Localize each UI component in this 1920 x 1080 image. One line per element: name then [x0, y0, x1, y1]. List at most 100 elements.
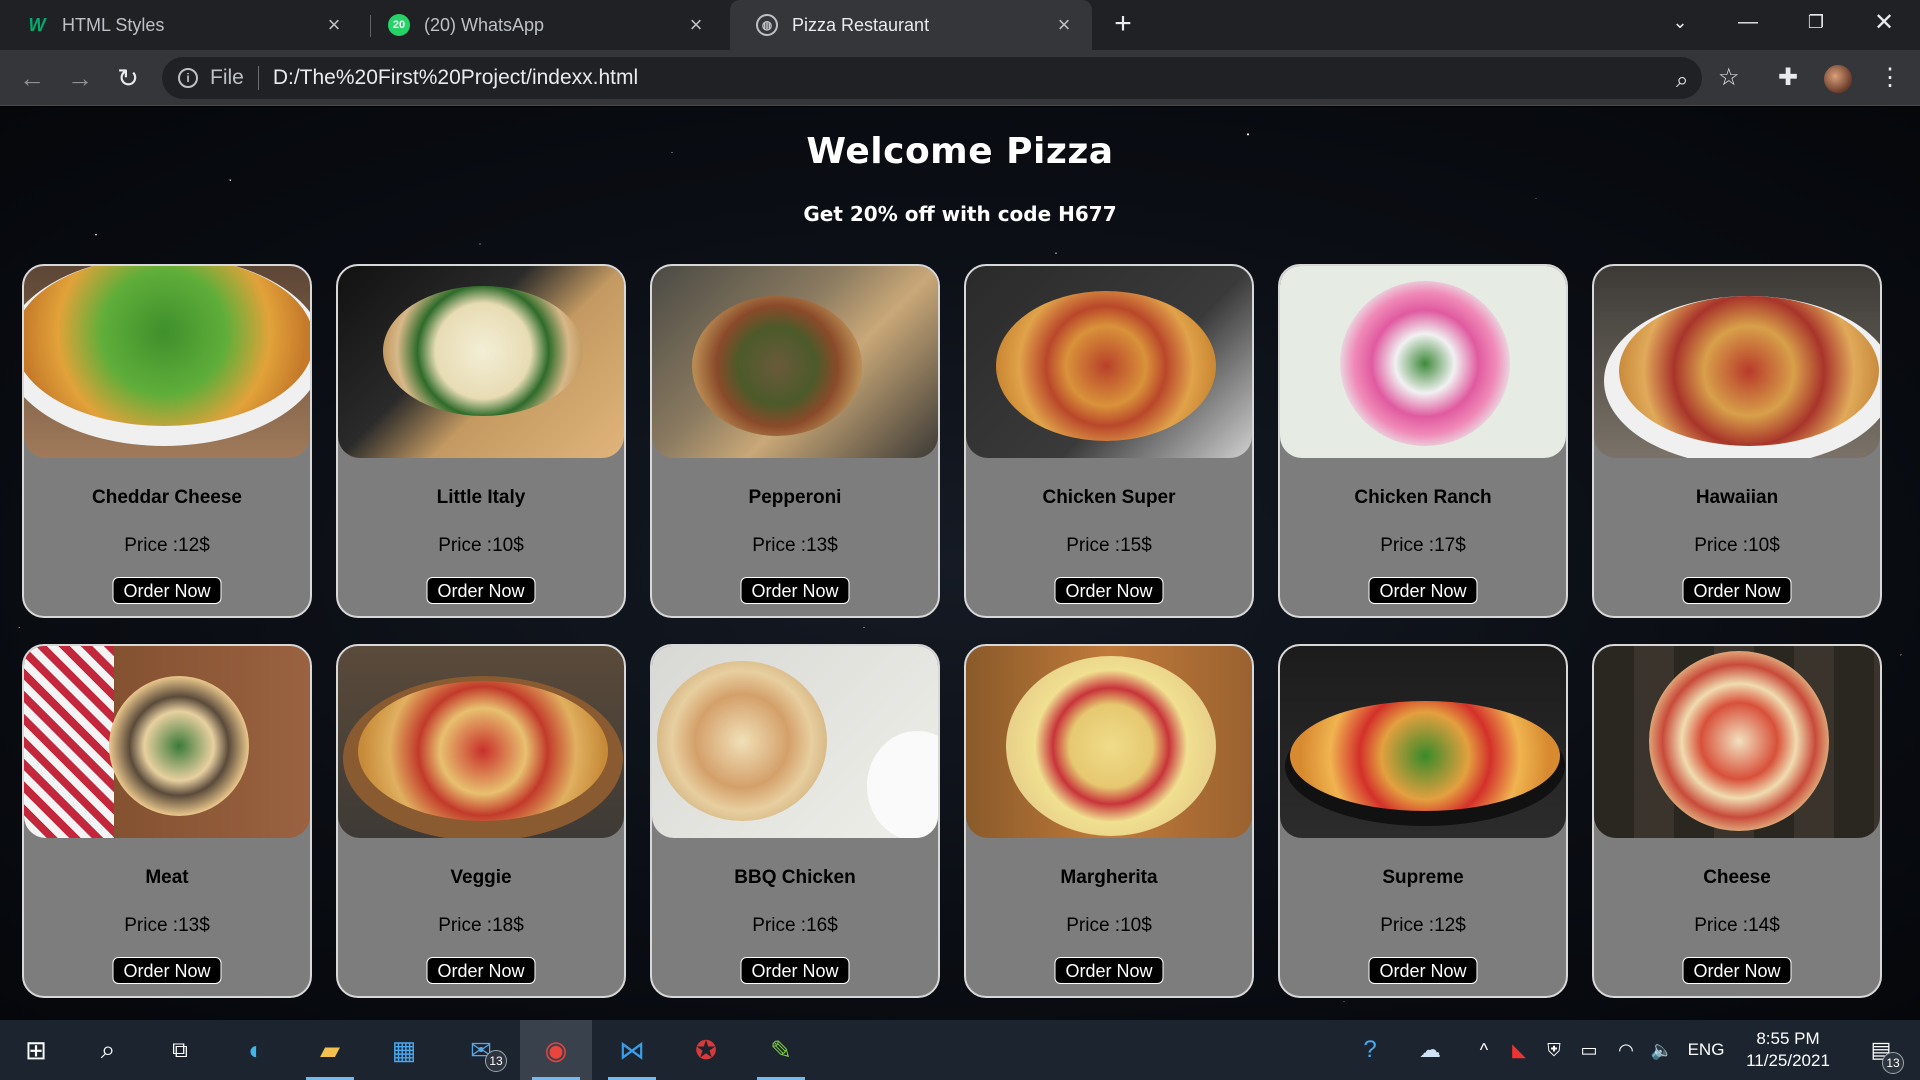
- chrome-icon[interactable]: ◉: [520, 1020, 592, 1080]
- menu-icon[interactable]: ⋮: [1878, 63, 1902, 92]
- pizza-image: [1280, 266, 1566, 458]
- new-tab-button[interactable]: +: [1108, 9, 1138, 40]
- window-close-icon[interactable]: ✕: [1854, 0, 1914, 44]
- tab-search-icon[interactable]: ⌄: [1650, 0, 1710, 44]
- store-icon[interactable]: ▦: [368, 1020, 440, 1080]
- clock[interactable]: 8:55 PM 11/25/2021: [1728, 1028, 1848, 1072]
- address-divider: [257, 66, 259, 90]
- pizza-image: [24, 646, 310, 838]
- browser-toolbar: ← → ↻ i File D:/The%20First%20Project/in…: [0, 50, 1920, 106]
- pizza-image: [1594, 266, 1880, 458]
- game-app-icon[interactable]: ✪: [670, 1020, 742, 1080]
- close-icon[interactable]: ×: [322, 12, 346, 37]
- help-icon[interactable]: ?: [1350, 1020, 1390, 1080]
- vscode-icon[interactable]: ⋈: [596, 1020, 668, 1080]
- order-now-button[interactable]: Order Now: [1054, 577, 1164, 604]
- address-scheme: File: [210, 66, 244, 89]
- file-explorer-icon[interactable]: ▰: [294, 1020, 366, 1080]
- pizza-price: Price :10$: [1066, 915, 1152, 936]
- pizza-card: Little Italy Price :10$ Order Now: [336, 264, 626, 618]
- clock-time: 8:55 PM: [1756, 1029, 1820, 1048]
- onedrive-icon[interactable]: ☁: [1410, 1020, 1450, 1080]
- pizza-card: Hawaiian Price :10$ Order Now: [1592, 264, 1882, 618]
- pizza-image: [24, 266, 310, 458]
- reload-icon[interactable]: ↻: [112, 62, 144, 94]
- pizza-name: Meat: [145, 867, 189, 888]
- amd-icon[interactable]: ◣: [1505, 1020, 1533, 1080]
- wifi-icon[interactable]: ◠: [1612, 1020, 1640, 1080]
- bookmark-star-icon[interactable]: ☆: [1718, 63, 1740, 92]
- pizza-card: BBQ Chicken Price :16$ Order Now: [650, 644, 940, 998]
- pizza-name: Chicken Ranch: [1354, 487, 1492, 508]
- zoom-icon[interactable]: ⌕: [1676, 67, 1688, 93]
- volume-icon[interactable]: 🔈: [1648, 1020, 1676, 1080]
- order-now-button[interactable]: Order Now: [426, 577, 536, 604]
- pizza-name: Little Italy: [436, 487, 526, 508]
- search-icon[interactable]: ⌕: [72, 1020, 144, 1080]
- windows-start-icon[interactable]: ⊞: [0, 1020, 72, 1080]
- show-hidden-icons-icon[interactable]: ^: [1470, 1020, 1498, 1080]
- mail-icon[interactable]: ✉ 13: [445, 1020, 517, 1080]
- page-title: Welcome Pizza: [806, 131, 1114, 172]
- order-now-button[interactable]: Order Now: [1682, 577, 1792, 604]
- pizza-card: Supreme Price :12$ Order Now: [1278, 644, 1568, 998]
- order-now-button[interactable]: Order Now: [740, 957, 850, 984]
- order-now-button[interactable]: Order Now: [112, 957, 222, 984]
- task-view-icon[interactable]: ⧉: [144, 1020, 216, 1080]
- tab-strip: W HTML Styles × 20 (20) WhatsApp × ◍ Piz…: [0, 0, 1920, 50]
- w3schools-icon: W: [28, 14, 46, 35]
- info-icon[interactable]: i: [178, 68, 198, 88]
- address-url[interactable]: D:/The%20First%20Project/indexx.html: [273, 66, 638, 90]
- back-icon[interactable]: ←: [16, 62, 48, 94]
- order-now-button[interactable]: Order Now: [426, 957, 536, 984]
- minimize-icon[interactable]: —: [1718, 0, 1778, 44]
- tab-title: (20) WhatsApp: [424, 14, 545, 35]
- pizza-price: Price :13$: [752, 535, 838, 556]
- pizza-image: [966, 646, 1252, 838]
- profile-avatar[interactable]: [1822, 63, 1854, 95]
- order-now-button[interactable]: Order Now: [112, 577, 222, 604]
- close-icon[interactable]: ×: [1052, 12, 1076, 37]
- pizza-image: [1594, 646, 1880, 838]
- pizza-grid: Cheddar Cheese Price :12$ Order Now Litt…: [22, 264, 1882, 998]
- tab-whatsapp[interactable]: 20 (20) WhatsApp ×: [362, 0, 724, 50]
- order-now-button[interactable]: Order Now: [740, 577, 850, 604]
- address-bar[interactable]: i File D:/The%20First%20Project/indexx.h…: [162, 57, 1702, 99]
- language-indicator[interactable]: ENG: [1686, 1020, 1726, 1080]
- pizza-card: Meat Price :13$ Order Now: [22, 644, 312, 998]
- extensions-icon[interactable]: ✚: [1778, 63, 1798, 92]
- pizza-name: Supreme: [1382, 867, 1464, 888]
- order-now-button[interactable]: Order Now: [1054, 957, 1164, 984]
- whatsapp-icon: 20: [388, 14, 410, 36]
- close-icon[interactable]: ×: [684, 12, 708, 37]
- pizza-image: [338, 646, 624, 838]
- pizza-card: Pepperoni Price :13$ Order Now: [650, 264, 940, 618]
- security-shield-icon[interactable]: ⛨: [1540, 1020, 1568, 1080]
- windows-taskbar: ⊞ ⌕ ⧉ ◐ ▰ ▦ ✉ 13 ◉ ⋈ ✪ ✎ ? ☁ ^ ◣ ⛨ ▭ ◠ 🔈 …: [0, 1020, 1920, 1080]
- pizza-image: [1280, 646, 1566, 838]
- paint-app-icon[interactable]: ✎: [745, 1020, 817, 1080]
- order-now-button[interactable]: Order Now: [1368, 957, 1478, 984]
- notification-badge: 13: [1882, 1052, 1904, 1074]
- mail-badge: 13: [485, 1050, 507, 1072]
- pizza-price: Price :13$: [124, 915, 210, 936]
- notification-icon[interactable]: ▤ 13: [1856, 1020, 1906, 1080]
- pizza-name: Cheese: [1703, 867, 1771, 888]
- restore-icon[interactable]: ❐: [1786, 0, 1846, 44]
- tab-html-styles[interactable]: W HTML Styles ×: [0, 0, 362, 50]
- pizza-name: Cheddar Cheese: [92, 487, 242, 508]
- pizza-price: Price :15$: [1066, 535, 1152, 556]
- pizza-price: Price :12$: [124, 535, 210, 556]
- promo-text: Get 20% off with code H677: [803, 202, 1117, 226]
- pizza-name: Hawaiian: [1695, 487, 1779, 508]
- pizza-price: Price :17$: [1380, 535, 1466, 556]
- forward-icon[interactable]: →: [64, 62, 96, 94]
- pizza-price: Price :12$: [1380, 915, 1466, 936]
- battery-icon[interactable]: ▭: [1575, 1020, 1603, 1080]
- order-now-button[interactable]: Order Now: [1682, 957, 1792, 984]
- tab-title: HTML Styles: [62, 14, 165, 35]
- edge-icon[interactable]: ◐: [220, 1020, 292, 1080]
- tab-pizza-restaurant[interactable]: ◍ Pizza Restaurant ×: [730, 0, 1092, 50]
- order-now-button[interactable]: Order Now: [1368, 577, 1478, 604]
- pizza-image: [966, 266, 1252, 458]
